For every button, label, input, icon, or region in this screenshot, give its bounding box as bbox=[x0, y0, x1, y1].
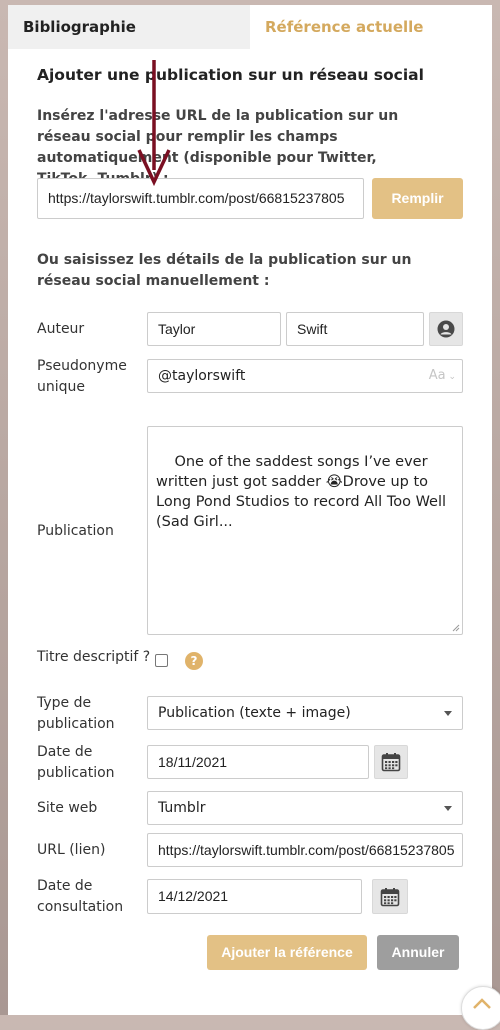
publication-date-calendar-button[interactable] bbox=[374, 745, 408, 779]
author-last-name-value: Swift bbox=[297, 321, 328, 337]
url-link-input[interactable]: https://taylorswift.tumblr.com/post/6681… bbox=[147, 833, 463, 867]
access-date-label: Date de consultation bbox=[37, 878, 124, 915]
tab-bibliography[interactable]: Bibliographie bbox=[8, 5, 250, 49]
descriptive-title-checkbox[interactable] bbox=[155, 654, 168, 667]
publication-type-select[interactable]: Publication (texte + image) bbox=[147, 696, 463, 730]
publication-date-value: 18/11/2021 bbox=[158, 754, 228, 770]
access-date-value: 14/12/2021 bbox=[158, 888, 229, 904]
reference-panel: Bibliographie Référence actuelle Ajouter… bbox=[8, 5, 492, 1015]
social-url-input[interactable]: https://taylorswift.tumblr.com/post/6681… bbox=[37, 178, 364, 219]
author-first-name-value: Taylor bbox=[158, 321, 196, 337]
chevron-down-icon: ⌄ bbox=[445, 372, 456, 382]
resize-handle-icon[interactable] bbox=[452, 624, 460, 632]
caret-down-icon bbox=[444, 806, 452, 811]
access-date-input[interactable]: 14/12/2021 bbox=[147, 879, 362, 914]
tab-current-reference[interactable]: Référence actuelle bbox=[250, 5, 492, 49]
publication-date-input[interactable]: 18/11/2021 bbox=[147, 745, 369, 779]
cancel-button[interactable]: Annuler bbox=[377, 935, 459, 970]
help-icon[interactable]: ? bbox=[185, 652, 203, 670]
publication-type-label: Type de publication bbox=[37, 695, 115, 732]
publication-type-value: Publication (texte + image) bbox=[158, 705, 351, 721]
author-first-name-input[interactable]: Taylor bbox=[147, 312, 281, 346]
text-case-label: Aa bbox=[428, 368, 446, 383]
author-last-name-input[interactable]: Swift bbox=[286, 312, 424, 346]
fill-button[interactable]: Remplir bbox=[372, 178, 463, 219]
author-person-button[interactable] bbox=[429, 312, 463, 346]
annotation-arrow-icon bbox=[137, 60, 171, 187]
publication-label: Publication bbox=[37, 523, 114, 539]
handle-value: @taylorswift bbox=[158, 368, 246, 384]
scroll-to-top-button[interactable] bbox=[461, 986, 500, 1030]
publication-text: One of the saddest songs I’ve ever writt… bbox=[156, 454, 451, 530]
add-reference-button[interactable]: Ajouter la référence bbox=[207, 935, 367, 970]
website-label: Site web bbox=[37, 800, 98, 816]
calendar-icon bbox=[380, 887, 400, 906]
calendar-icon bbox=[381, 753, 401, 772]
section-title: Ajouter une publication sur un réseau so… bbox=[37, 66, 424, 84]
author-label: Auteur bbox=[37, 321, 85, 337]
descriptive-title-label: Titre descriptif ? bbox=[37, 649, 151, 665]
caret-down-icon bbox=[444, 711, 452, 716]
text-case-control[interactable]: Aa ⌄ bbox=[428, 360, 456, 392]
publication-textarea[interactable]: One of the saddest songs I’ve ever writt… bbox=[147, 426, 463, 635]
publication-date-label: Date de publication bbox=[37, 744, 115, 781]
handle-input[interactable]: @taylorswift Aa ⌄ bbox=[147, 359, 463, 393]
access-date-calendar-button[interactable] bbox=[372, 879, 408, 914]
handle-label: Pseudonyme unique bbox=[37, 358, 127, 395]
chevron-up-icon bbox=[473, 998, 491, 1009]
url-link-value: https://taylorswift.tumblr.com/post/6681… bbox=[158, 842, 455, 858]
website-select[interactable]: Tumblr bbox=[147, 791, 463, 825]
url-link-label: URL (lien) bbox=[37, 842, 106, 858]
manual-instruction: Ou saisissez les détails de la publicati… bbox=[37, 252, 412, 289]
social-url-value: https://taylorswift.tumblr.com/post/6681… bbox=[48, 190, 345, 206]
tab-bar: Bibliographie Référence actuelle bbox=[8, 5, 492, 49]
person-icon bbox=[437, 320, 455, 338]
website-value: Tumblr bbox=[158, 800, 206, 816]
